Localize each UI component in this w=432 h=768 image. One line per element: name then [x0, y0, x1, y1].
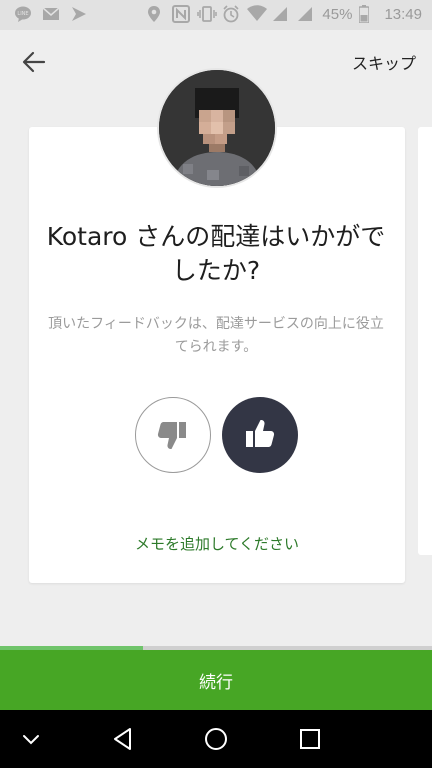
- location-icon: [147, 5, 165, 23]
- home-circle-icon[interactable]: [203, 726, 229, 752]
- wifi-icon: [247, 5, 268, 23]
- back-button[interactable]: [20, 48, 48, 76]
- add-memo-link[interactable]: メモを追加してください: [29, 533, 405, 554]
- battery-percent: 45%: [322, 5, 353, 23]
- mail-icon: [42, 5, 60, 23]
- status-bar: LINE 45% 13:49: [0, 0, 432, 30]
- thumbs-up-button[interactable]: [222, 397, 298, 473]
- status-bar-notifications: LINE: [14, 5, 88, 23]
- continue-button[interactable]: 続行: [0, 650, 432, 710]
- thumbs-down-icon: [157, 422, 186, 449]
- chevron-down-icon[interactable]: [18, 726, 44, 752]
- vibrate-icon: [197, 5, 218, 23]
- avatar: [157, 68, 277, 188]
- signal-icon: [297, 5, 315, 23]
- back-triangle-icon[interactable]: [110, 726, 136, 752]
- continue-label: 続行: [199, 672, 233, 693]
- clock: 13:49: [384, 5, 422, 23]
- navigation-bar: [0, 710, 432, 768]
- battery-icon: [358, 5, 377, 24]
- arrow-app-icon: [70, 5, 88, 23]
- status-bar-system: 45% 13:49: [147, 5, 422, 24]
- rating-question: Kotaro さんの配達はいかがでしたか?: [46, 222, 386, 285]
- signal-icon: [272, 5, 290, 23]
- skip-button[interactable]: スキップ: [352, 50, 416, 74]
- recents-square-icon[interactable]: [297, 726, 323, 752]
- arrow-left-icon: [22, 51, 46, 73]
- line-icon: LINE: [14, 5, 32, 23]
- rating-description: 頂いたフィードバックは、配達サービスの向上に役立てられます。: [48, 316, 384, 355]
- next-card-peek: [418, 127, 432, 555]
- thumbs-up-icon: [246, 420, 275, 447]
- alarm-icon: [222, 5, 240, 23]
- thumbs-down-button[interactable]: [135, 397, 211, 473]
- svg-text:LINE: LINE: [17, 11, 28, 17]
- nfc-icon: [172, 5, 191, 23]
